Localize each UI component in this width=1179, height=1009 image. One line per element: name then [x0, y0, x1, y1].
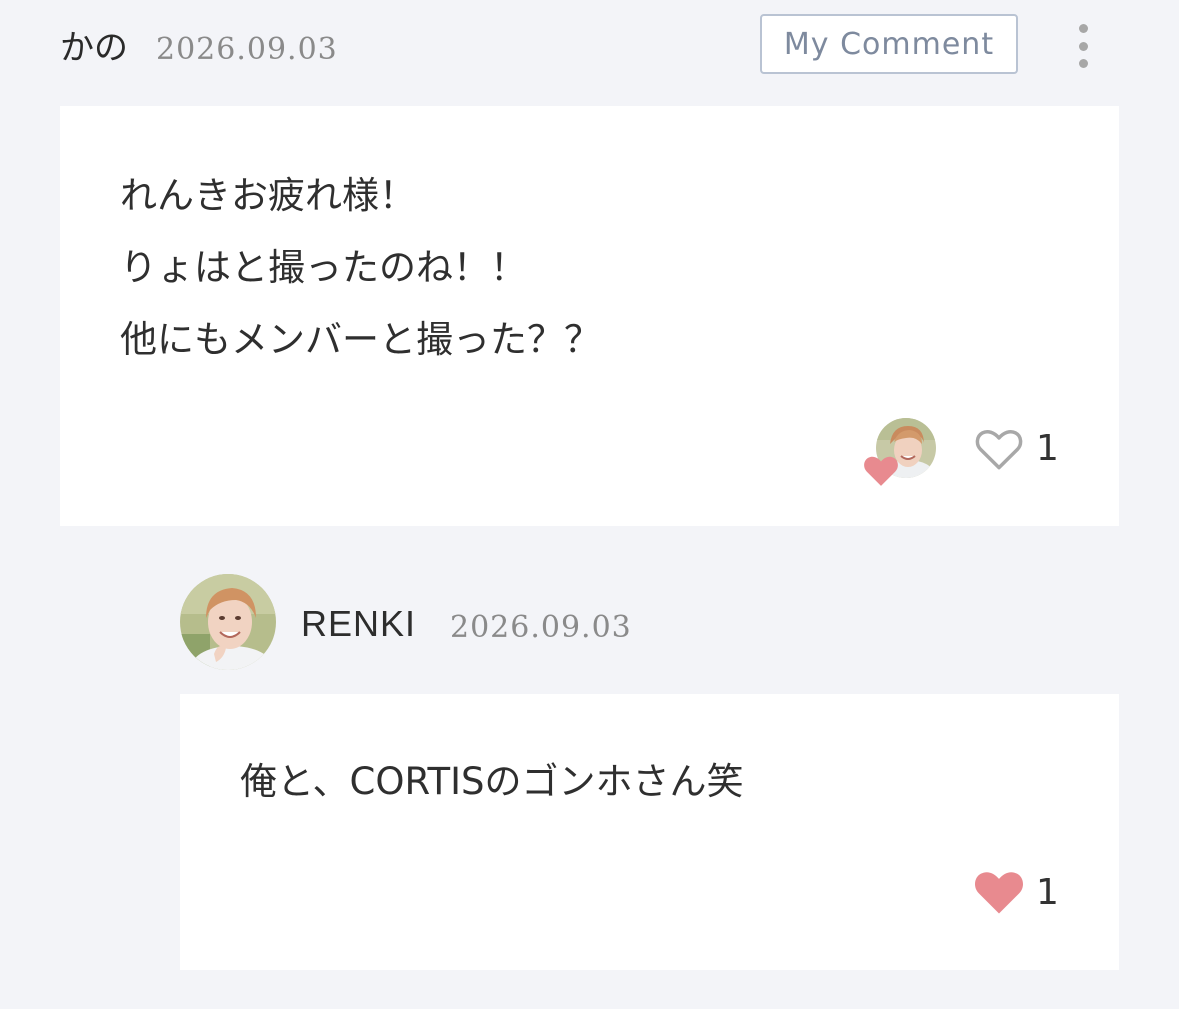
comment-line: りょはと撮ったのね！！: [120, 246, 527, 289]
reply-card: [180, 694, 1119, 970]
reply-like-count: 1: [1036, 872, 1059, 913]
reply-author: RENKI: [301, 603, 417, 644]
my-comment-badge[interactable]: My Comment: [760, 14, 1018, 74]
more-vertical-icon[interactable]: [1066, 24, 1100, 68]
reply-body: 俺と、CORTISのゴンホさん笑: [240, 760, 744, 803]
kebab-dot: [1078, 59, 1088, 68]
comment-body: れんきお疲れ様！ りょはと撮ったのね！！ 他にもメンバーと撮った？？: [120, 160, 601, 376]
heart-filled-icon: [864, 456, 898, 486]
avatar[interactable]: [180, 574, 276, 670]
reply-date: 2026.09.03: [450, 610, 632, 645]
comment-date: 2026.09.03: [156, 32, 338, 67]
comment-author: かの: [60, 28, 128, 68]
comment-line: 他にもメンバーと撮った？？: [120, 318, 601, 361]
heart-filled-icon[interactable]: [972, 866, 1026, 916]
comment-line: れんきお疲れ様！: [120, 174, 416, 217]
heart-outline-icon[interactable]: [972, 424, 1026, 472]
kebab-dot: [1078, 41, 1088, 51]
avatar-image: [180, 574, 276, 670]
kebab-dot: [1078, 24, 1088, 33]
like-count: 1: [1036, 428, 1059, 469]
